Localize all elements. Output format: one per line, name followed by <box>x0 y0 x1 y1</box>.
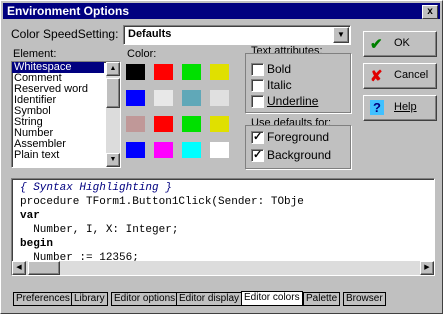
bold-label: Bold <box>267 62 292 76</box>
checkbox-box[interactable] <box>251 95 264 108</box>
tab-editor-display[interactable]: Editor display <box>176 292 243 306</box>
checkbox-box[interactable] <box>251 63 264 76</box>
code-line: begin <box>20 238 54 250</box>
color-swatch[interactable] <box>179 61 204 83</box>
ok-button[interactable]: ✔ OK <box>363 31 437 57</box>
environment-options-dialog: Environment Options x Color SpeedSetting… <box>0 0 443 314</box>
checkmark-icon: ✔ <box>370 36 383 53</box>
color-swatch[interactable] <box>123 139 148 161</box>
color-swatch-fill <box>154 90 173 106</box>
scroll-up-icon[interactable]: ▲ <box>106 62 120 76</box>
color-swatch[interactable] <box>151 61 176 83</box>
scroll-down-icon[interactable]: ▼ <box>106 153 120 167</box>
color-swatch[interactable] <box>123 113 148 135</box>
color-swatch[interactable] <box>179 139 204 161</box>
list-item[interactable]: Plain text <box>12 150 104 161</box>
check-icon: ✓ <box>253 131 263 143</box>
code-line: Number, I, X: Integer; <box>20 224 179 236</box>
color-swatch-fill <box>154 142 173 158</box>
tab-browser[interactable]: Browser <box>343 292 386 306</box>
color-swatch-fill <box>154 64 173 80</box>
cancel-x-icon: ✘ <box>370 68 383 85</box>
color-swatch[interactable] <box>207 139 232 161</box>
color-label: Color: <box>127 48 157 60</box>
element-list[interactable]: Whitespace Comment Reserved word Identif… <box>11 61 121 168</box>
chevron-down-icon[interactable]: ▼ <box>333 27 349 43</box>
color-swatch[interactable] <box>207 61 232 83</box>
color-swatch-fill <box>182 64 201 80</box>
tab-editor-options[interactable]: Editor options <box>111 292 179 306</box>
color-swatch[interactable] <box>207 87 232 109</box>
background-label: Background <box>267 148 332 162</box>
checkbox-box[interactable]: ✓ <box>251 131 264 144</box>
color-swatch[interactable] <box>123 61 148 83</box>
tab-palette[interactable]: Palette <box>303 292 341 306</box>
element-list-scrollbar[interactable]: ▲ ▼ <box>106 62 120 167</box>
help-question-icon: ? <box>370 100 384 115</box>
color-swatch-fill <box>126 64 145 80</box>
color-swatch-fill <box>182 116 201 132</box>
close-button[interactable]: x <box>422 5 438 19</box>
color-swatch-fill <box>210 90 229 106</box>
color-swatch[interactable] <box>151 113 176 135</box>
foreground-label: Foreground <box>267 130 330 144</box>
color-swatch-fill <box>126 116 145 132</box>
color-swatch-fill <box>210 116 229 132</box>
help-label: Help <box>394 101 417 113</box>
cancel-button[interactable]: ✘ Cancel <box>363 63 437 89</box>
ok-label: OK <box>394 37 410 49</box>
code-preview: { Syntax Highlighting } procedure TForm1… <box>11 178 435 276</box>
color-swatch[interactable] <box>151 87 176 109</box>
color-swatch-fill <box>126 90 145 106</box>
scroll-thumb[interactable] <box>28 261 60 275</box>
title-bar: Environment Options x <box>3 3 440 19</box>
code-line: procedure TForm1.Button1Click(Sender: TO… <box>20 196 304 208</box>
color-swatch[interactable] <box>179 87 204 109</box>
code-line: var <box>20 210 40 222</box>
color-swatch-fill <box>182 90 201 106</box>
color-swatch-fill <box>154 116 173 132</box>
color-swatch-fill <box>210 64 229 80</box>
checkbox-box[interactable] <box>251 79 264 92</box>
color-swatch[interactable] <box>123 87 148 109</box>
scroll-thumb[interactable] <box>106 78 120 108</box>
italic-label: Italic <box>267 78 292 92</box>
code-horizontal-scrollbar[interactable]: ◀ ▶ <box>12 261 434 275</box>
help-button[interactable]: ? Help <box>363 95 437 121</box>
window-title: Environment Options <box>7 4 130 18</box>
code-line: { Syntax Highlighting } <box>20 182 172 194</box>
color-swatch[interactable] <box>151 139 176 161</box>
color-swatch-fill <box>182 142 201 158</box>
tab-preferences[interactable]: Preferences <box>13 292 73 306</box>
color-speed-label: Color SpeedSetting: <box>11 27 119 41</box>
checkbox-box[interactable]: ✓ <box>251 149 264 162</box>
element-label: Element: <box>13 48 57 60</box>
scroll-right-icon[interactable]: ▶ <box>420 261 434 275</box>
tab-library[interactable]: Library <box>71 292 108 306</box>
color-speed-value: Defaults <box>128 28 172 40</box>
color-swatch[interactable] <box>179 113 204 135</box>
underline-label: Underline <box>267 94 319 108</box>
color-swatch-fill <box>210 142 229 158</box>
tab-editor-colors[interactable]: Editor colors <box>241 291 303 306</box>
check-icon: ✓ <box>253 149 263 161</box>
cancel-label: Cancel <box>394 69 429 81</box>
color-swatch-fill <box>126 142 145 158</box>
scroll-left-icon[interactable]: ◀ <box>12 261 26 275</box>
color-speed-combo[interactable]: Defaults ▼ <box>123 25 351 45</box>
color-swatch[interactable] <box>207 113 232 135</box>
